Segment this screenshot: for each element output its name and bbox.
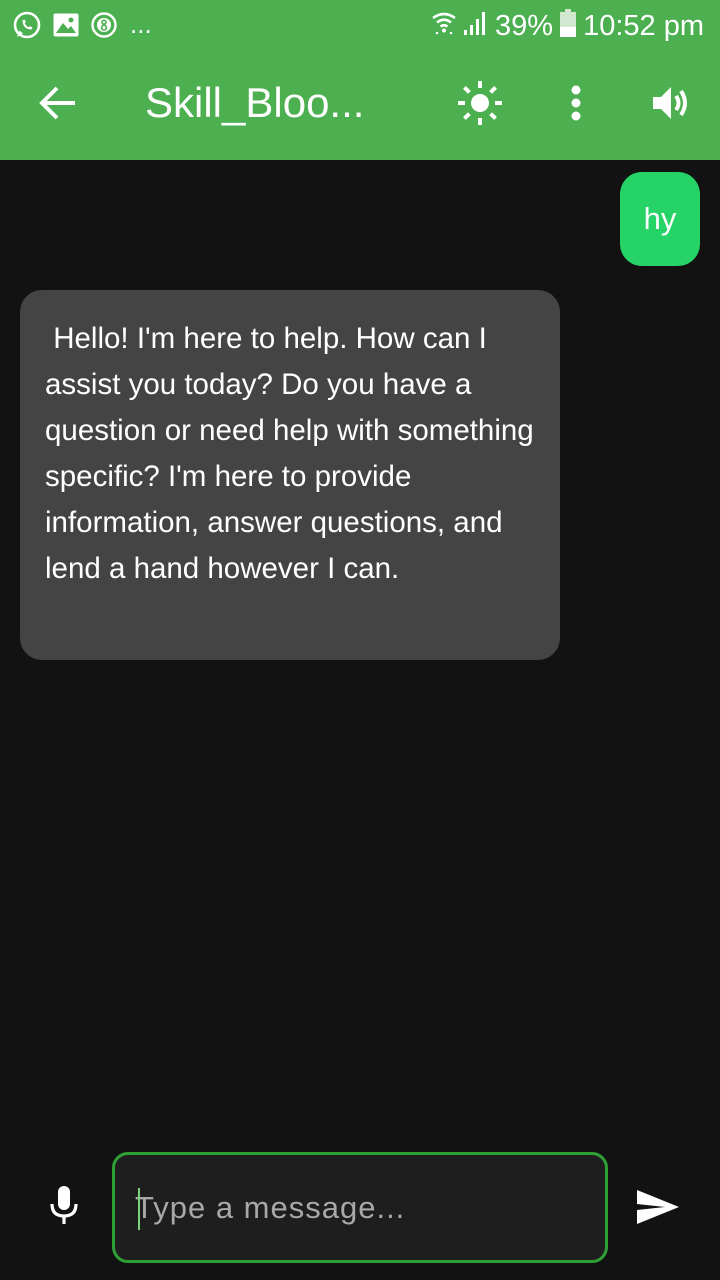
- status-bar: ... 39% 10:52 pm: [0, 0, 720, 50]
- microphone-icon: [49, 1185, 79, 1230]
- status-bar-system: 39% 10:52 pm: [431, 8, 704, 43]
- gallery-icon: [52, 12, 80, 43]
- back-button[interactable]: [34, 81, 82, 129]
- whatsapp-icon: [12, 10, 42, 45]
- more-vert-icon: [570, 85, 582, 126]
- send-icon: [635, 1188, 681, 1231]
- more-options-button[interactable]: [556, 79, 596, 131]
- battery-percent: 39%: [495, 9, 554, 42]
- user-message-bubble: hy: [620, 172, 700, 266]
- brightness-icon: [455, 78, 505, 133]
- clock: 10:52 pm: [583, 9, 704, 42]
- bot-message-bubble: Hello! I'm here to help. How can I assis…: [20, 290, 560, 660]
- send-button[interactable]: [630, 1185, 686, 1233]
- brightness-button[interactable]: [452, 79, 508, 131]
- wifi-icon: [431, 10, 457, 41]
- app-bar: Skill_Bloo...: [0, 50, 720, 160]
- back-arrow-icon: [38, 85, 78, 126]
- chat-title: Skill_Bloo...: [145, 79, 365, 126]
- status-bar-notifications: ...: [12, 10, 152, 45]
- text-cursor: [138, 1188, 140, 1230]
- notification-badge-icon: [90, 11, 118, 44]
- more-notifications-indicator: ...: [130, 8, 152, 39]
- battery-icon: [559, 8, 577, 43]
- message-input[interactable]: [135, 1155, 575, 1260]
- signal-icon: [463, 9, 489, 42]
- message-text: hy: [643, 201, 677, 236]
- message-input-container[interactable]: [112, 1152, 608, 1263]
- volume-icon: [650, 84, 692, 127]
- speaker-button[interactable]: [646, 79, 696, 131]
- voice-input-button[interactable]: [42, 1185, 86, 1229]
